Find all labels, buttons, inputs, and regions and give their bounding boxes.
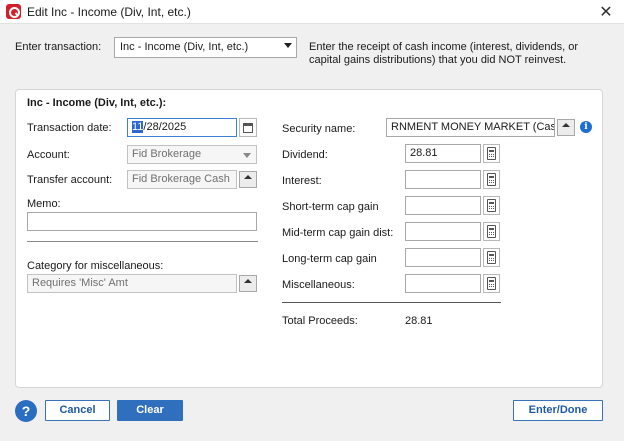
panel-title: Inc - Income (Div, Int, etc.): xyxy=(27,97,167,109)
account-value: Fid Brokerage xyxy=(132,148,202,160)
mid-term-cap-gain-label: Mid-term cap gain dist: xyxy=(282,227,394,239)
memo-input[interactable] xyxy=(27,212,257,231)
transaction-date-label: Transaction date: xyxy=(27,122,112,134)
security-list-button[interactable] xyxy=(557,119,575,136)
transaction-date-selected: 11 xyxy=(132,121,144,133)
account-select[interactable]: Fid Brokerage xyxy=(127,145,257,164)
category-list-button[interactable] xyxy=(239,275,257,292)
clear-button[interactable]: Clear xyxy=(117,400,183,421)
security-name-input[interactable]: RNMENT MONEY MARKET (Cash) xyxy=(386,118,555,137)
calculator-icon xyxy=(487,199,496,212)
list-eject-icon xyxy=(244,175,252,184)
transfer-account-list-button[interactable] xyxy=(239,171,257,188)
security-name-value: RNMENT MONEY MARKET (Cash) xyxy=(391,121,555,133)
transaction-description: Enter the receipt of cash income (intere… xyxy=(309,41,579,66)
transaction-date-rest: /28/2025 xyxy=(143,121,187,133)
transaction-type-value: Inc - Income (Div, Int, etc.) xyxy=(120,41,249,53)
mid-term-cap-gain-input[interactable] xyxy=(405,222,481,241)
long-term-cap-gain-input[interactable] xyxy=(405,248,481,267)
short-term-calculator-button[interactable] xyxy=(483,196,500,215)
transfer-account-field[interactable]: Fid Brokerage Cash xyxy=(127,170,237,189)
interest-label: Interest: xyxy=(282,175,322,187)
dividend-calculator-button[interactable] xyxy=(483,144,500,163)
dividend-label: Dividend: xyxy=(282,149,328,161)
totals-divider xyxy=(282,302,501,303)
total-proceeds-label: Total Proceeds: xyxy=(282,315,358,327)
title-bar: Edit Inc - Income (Div, Int, etc.) ✕ xyxy=(0,0,624,24)
transfer-account-label: Transfer account: xyxy=(27,174,113,186)
calculator-icon xyxy=(487,225,496,238)
memo-label: Memo: xyxy=(27,198,61,210)
calendar-icon xyxy=(243,123,253,133)
category-input[interactable]: Requires 'Misc' Amt xyxy=(27,274,237,293)
list-eject-icon xyxy=(562,123,570,132)
info-icon[interactable]: i xyxy=(580,121,592,133)
enter-transaction-label: Enter transaction: xyxy=(15,41,102,53)
cancel-button[interactable]: Cancel xyxy=(45,400,110,421)
calculator-icon xyxy=(487,173,496,186)
total-proceeds-value: 28.81 xyxy=(405,315,433,327)
short-term-cap-gain-label: Short-term cap gain xyxy=(282,201,379,213)
interest-calculator-button[interactable] xyxy=(483,170,500,189)
chevron-down-icon xyxy=(284,43,292,48)
dividend-input[interactable]: 28.81 xyxy=(405,144,481,163)
long-term-calculator-button[interactable] xyxy=(483,248,500,267)
transaction-type-select[interactable]: Inc - Income (Div, Int, etc.) xyxy=(114,37,297,58)
calculator-icon xyxy=(487,277,496,290)
security-name-label: Security name: xyxy=(282,123,356,135)
help-icon[interactable]: ? xyxy=(15,400,37,422)
calendar-button[interactable] xyxy=(239,118,257,137)
calculator-icon xyxy=(487,251,496,264)
calculator-icon xyxy=(487,147,496,160)
chevron-down-icon xyxy=(243,153,251,158)
miscellaneous-input[interactable] xyxy=(405,274,481,293)
miscellaneous-label: Miscellaneous: xyxy=(282,279,355,291)
interest-input[interactable] xyxy=(405,170,481,189)
short-term-cap-gain-input[interactable] xyxy=(405,196,481,215)
transfer-account-value: Fid Brokerage Cash xyxy=(132,173,230,185)
category-label: Category for miscellaneous: xyxy=(27,260,164,272)
enter-done-button[interactable]: Enter/Done xyxy=(513,400,603,421)
miscellaneous-calculator-button[interactable] xyxy=(483,274,500,293)
window-title: Edit Inc - Income (Div, Int, etc.) xyxy=(27,5,191,19)
list-eject-icon xyxy=(244,279,252,288)
quicken-logo-icon xyxy=(6,4,21,19)
close-icon[interactable]: ✕ xyxy=(596,2,616,22)
mid-term-calculator-button[interactable] xyxy=(483,222,500,241)
transaction-date-input[interactable]: 11/28/2025 xyxy=(127,118,237,137)
left-divider xyxy=(27,241,258,242)
account-label: Account: xyxy=(27,149,70,161)
category-placeholder: Requires 'Misc' Amt xyxy=(32,277,128,289)
long-term-cap-gain-label: Long-term cap gain xyxy=(282,253,377,265)
